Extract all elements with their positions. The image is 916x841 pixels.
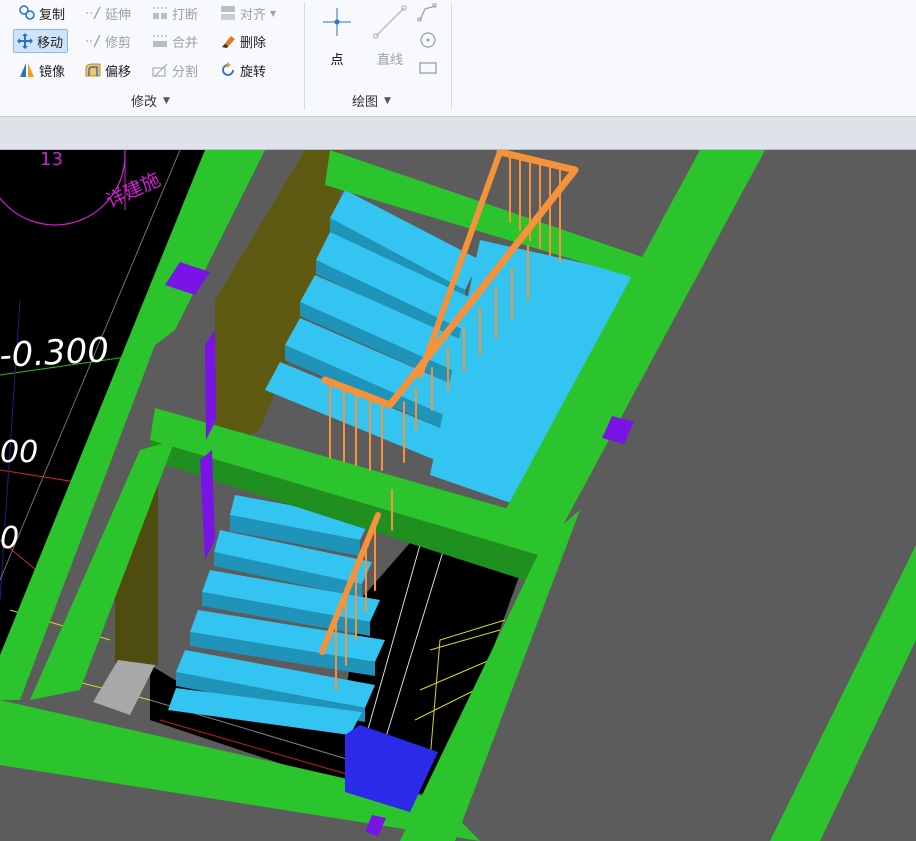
mirror-icon (20, 63, 34, 77)
line-tool[interactable]: 直线 (368, 4, 412, 68)
draw-group-title: 绘图 (352, 95, 379, 110)
point-icon (323, 8, 351, 36)
polyline-icon[interactable] (417, 3, 439, 23)
circle-icon[interactable] (417, 30, 439, 50)
merge-label: 合并 (172, 35, 199, 51)
eraser-icon (222, 36, 235, 48)
modify-group-label[interactable]: 修改 ▼ (131, 91, 170, 110)
trim-label: 修剪 (105, 35, 132, 51)
copy-label: 复制 (39, 7, 66, 23)
trim-icon (86, 34, 101, 48)
delete-tool[interactable]: 删除 (219, 30, 266, 52)
align-dropdown-icon: ▼ (270, 8, 277, 18)
ribbon-toolbar: 复制 延伸 打断 对齐 ▼ 移动 修剪 合并 删除 镜像 偏移 分割 旋转 修改… (0, 0, 916, 117)
elevation-label: -0.300 (0, 330, 110, 376)
split-icon (152, 63, 168, 77)
modify-group: 复制 延伸 打断 对齐 ▼ 移动 修剪 合并 删除 镜像 偏移 分割 旋转 修改… (0, 0, 304, 116)
rotate-label: 旋转 (240, 64, 267, 80)
point-label: 点 (330, 53, 344, 68)
split-label: 分割 (172, 64, 199, 80)
mirror-tool[interactable]: 镜像 (18, 59, 65, 81)
mirror-label: 镜像 (39, 64, 66, 80)
break-tool[interactable]: 打断 (151, 2, 198, 24)
group-separator (451, 2, 452, 110)
elevation-label: 0 (0, 521, 19, 556)
move-label: 移动 (37, 35, 64, 51)
tab-strip (0, 117, 916, 150)
modify-group-title: 修改 (131, 95, 158, 110)
offset-tool[interactable]: 偏移 (84, 59, 131, 81)
draw-group: 点 直线 绘图 ▼ (305, 0, 451, 116)
align-icon (221, 6, 235, 20)
draw-group-label[interactable]: 绘图 ▼ (352, 91, 391, 110)
move-tool[interactable]: 移动 (13, 29, 69, 53)
break-icon (153, 7, 167, 19)
rotate-tool[interactable]: 旋转 (219, 59, 266, 81)
delete-label: 删除 (240, 35, 267, 51)
break-label: 打断 (172, 7, 199, 23)
detail-note: 13 (40, 150, 63, 170)
extend-tool[interactable]: 延伸 (84, 2, 131, 24)
point-tool[interactable]: 点 (317, 4, 357, 68)
offset-label: 偏移 (105, 64, 132, 80)
elevation-label: 00 (0, 435, 38, 470)
model-viewport[interactable]: -0.300 00 0 详建施 13 (0, 150, 916, 841)
line-label: 直线 (376, 53, 403, 68)
copy-icon (19, 5, 35, 20)
merge-icon (153, 35, 167, 47)
rectangle-icon[interactable] (417, 58, 439, 78)
extend-label: 延伸 (105, 7, 132, 23)
trim-tool[interactable]: 修剪 (84, 30, 131, 52)
move-icon (17, 33, 33, 49)
chevron-down-icon: ▼ (384, 95, 391, 106)
merge-tool[interactable]: 合并 (151, 30, 198, 52)
line-icon (373, 5, 407, 39)
split-tool[interactable]: 分割 (151, 59, 198, 81)
copy-tool[interactable]: 复制 (18, 2, 65, 24)
rotate-icon (222, 62, 234, 76)
chevron-down-icon: ▼ (163, 95, 170, 106)
align-label: 对齐 (240, 7, 267, 23)
offset-icon (85, 63, 101, 77)
extend-icon (86, 6, 101, 20)
align-tool[interactable]: 对齐 ▼ (219, 2, 276, 24)
